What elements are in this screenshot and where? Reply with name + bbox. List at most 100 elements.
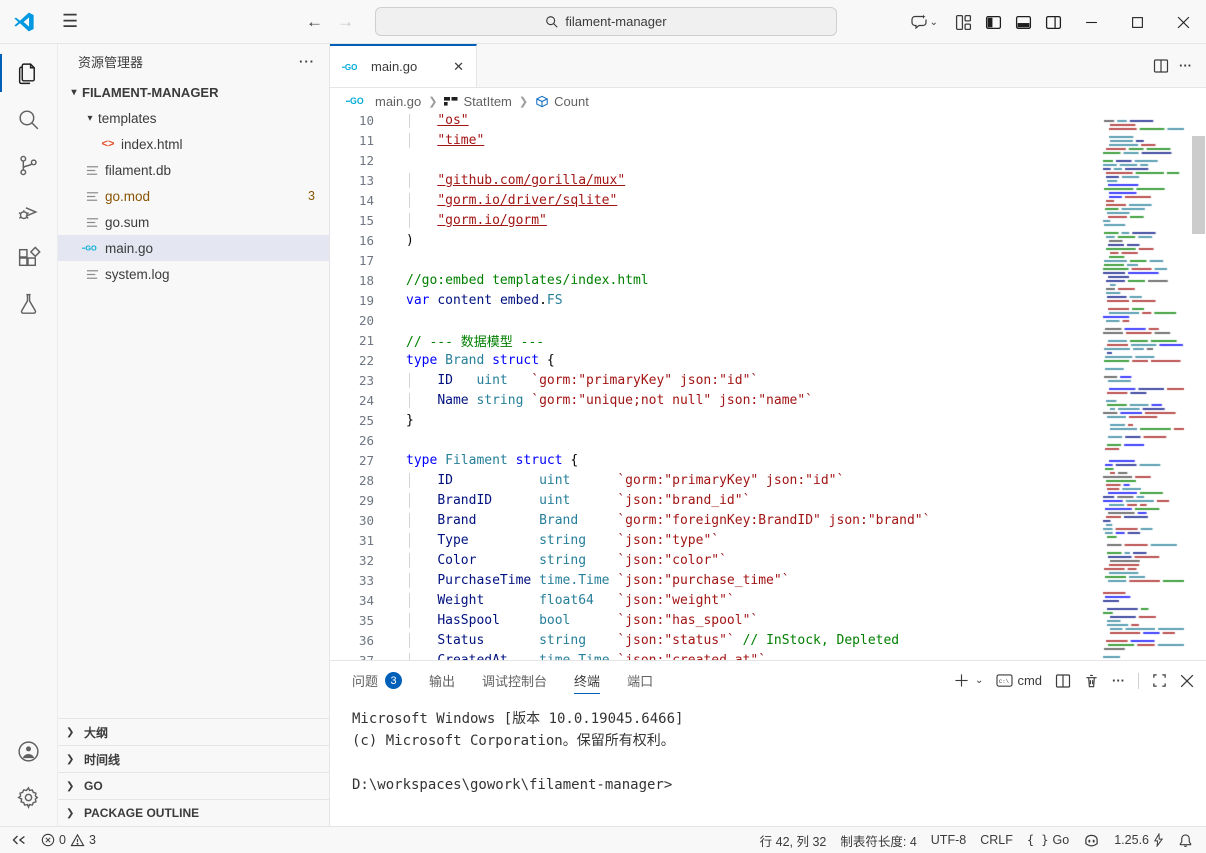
tree-item-system-log[interactable]: system.log	[58, 261, 329, 287]
code-line-17[interactable]: 17	[330, 250, 1100, 270]
notifications-bell-icon[interactable]	[1171, 833, 1200, 848]
minimize-button[interactable]	[1068, 0, 1114, 44]
sidebar-more-actions-icon[interactable]: ···	[299, 54, 315, 69]
code-line-33[interactable]: 33 PurchaseTime time.Time `json:"purchas…	[330, 570, 1100, 590]
tab-main-go[interactable]: GO main.go ✕	[330, 44, 477, 87]
code-line-24[interactable]: 24 Name string `gorm:"unique;not null" j…	[330, 390, 1100, 410]
code-line-31[interactable]: 31 Type string `json:"type"`	[330, 530, 1100, 550]
eol-setting[interactable]: CRLF	[973, 833, 1020, 847]
new-terminal-icon[interactable]	[954, 673, 969, 688]
explorer-icon[interactable]	[0, 50, 58, 96]
code-line-37[interactable]: 37 CreatedAt time.Time `json:"created_at…	[330, 650, 1100, 660]
code-line-18[interactable]: 18//go:embed templates/index.html	[330, 270, 1100, 290]
html-file-icon: <>	[102, 138, 115, 150]
back-arrow-icon[interactable]: ←	[306, 12, 323, 32]
code-line-21[interactable]: 21// --- 数据模型 ---	[330, 330, 1100, 350]
panel-tab-终端[interactable]: 终端	[574, 661, 600, 700]
extensions-icon[interactable]	[0, 234, 58, 280]
code-line-10[interactable]: 10 "os"	[330, 114, 1100, 130]
close-window-button[interactable]	[1160, 0, 1206, 44]
maximize-panel-icon[interactable]	[1152, 673, 1167, 688]
tree-item-templates[interactable]: ▾templates	[58, 105, 329, 131]
settings-gear-icon[interactable]	[0, 774, 58, 820]
code-line-36[interactable]: 36 Status string `json:"status"` // InSt…	[330, 630, 1100, 650]
menu-icon[interactable]: ☰	[62, 11, 78, 32]
customize-layout-icon[interactable]	[948, 7, 978, 37]
run-debug-icon[interactable]	[0, 188, 58, 234]
problems-status[interactable]: 0 3	[34, 833, 103, 847]
breadcrumb-item-statitem[interactable]: StatItem	[444, 94, 511, 109]
code-line-27[interactable]: 27type Filament struct {	[330, 450, 1100, 470]
code-line-29[interactable]: 29 BrandID uint `json:"brand_id"`	[330, 490, 1100, 510]
remote-indicator-icon[interactable]	[4, 833, 34, 847]
code-line-12[interactable]: 12	[330, 150, 1100, 170]
go-file-icon: GO	[346, 95, 370, 107]
terminal-output[interactable]: Microsoft Windows [版本 10.0.19045.6466] (…	[330, 700, 1206, 826]
close-panel-icon[interactable]	[1180, 674, 1194, 688]
tree-item-filament-db[interactable]: filament.db	[58, 157, 329, 183]
tree-item-go-mod[interactable]: go.mod3	[58, 183, 329, 209]
tree-item-filament-manager[interactable]: ▾FILAMENT-MANAGER	[58, 79, 329, 105]
panel-more-actions-icon[interactable]: ···	[1112, 673, 1125, 688]
breadcrumb-item-main-go[interactable]: GOmain.go	[346, 94, 421, 109]
maximize-button[interactable]	[1114, 0, 1160, 44]
panel-tab-问题[interactable]: 问题3	[352, 661, 402, 700]
shell-selector[interactable]: C:\ cmd	[996, 673, 1042, 688]
sidebar-section-go[interactable]: ❯GO	[58, 772, 329, 799]
code-line-11[interactable]: 11 "time"	[330, 130, 1100, 150]
code-line-32[interactable]: 32 Color string `json:"color"`	[330, 550, 1100, 570]
code-line-14[interactable]: 14 "gorm.io/driver/sqlite"	[330, 190, 1100, 210]
kill-terminal-trash-icon[interactable]	[1084, 673, 1099, 689]
terminal-dropdown-chevron-icon[interactable]: ⌄	[975, 675, 983, 686]
command-center-search[interactable]: filament-manager	[375, 7, 837, 36]
code-line-25[interactable]: 25}	[330, 410, 1100, 430]
tree-item-label: main.go	[105, 241, 153, 256]
sidebar-section-package-outline[interactable]: ❯PACKAGE OUTLINE	[58, 799, 329, 826]
code-line-20[interactable]: 20	[330, 310, 1100, 330]
indentation-setting[interactable]: 制表符长度: 4	[833, 831, 923, 850]
tree-item-go-sum[interactable]: go.sum	[58, 209, 329, 235]
code-line-19[interactable]: 19var content embed.FS	[330, 290, 1100, 310]
panel-tab-输出[interactable]: 输出	[429, 661, 455, 700]
search-view-icon[interactable]	[0, 96, 58, 142]
source-control-icon[interactable]	[0, 142, 58, 188]
encoding-setting[interactable]: UTF-8	[924, 833, 973, 847]
toggle-secondary-sidebar-icon[interactable]	[1038, 7, 1068, 37]
code-line-15[interactable]: 15 "gorm.io/gorm"	[330, 210, 1100, 230]
tree-item-index-html[interactable]: <>index.html	[58, 131, 329, 157]
go-version-status[interactable]: 1.25.6	[1107, 833, 1171, 847]
code-line-35[interactable]: 35 HasSpool bool `json:"has_spool"`	[330, 610, 1100, 630]
code-line-13[interactable]: 13 "github.com/gorilla/mux"	[330, 170, 1100, 190]
sidebar-section--[interactable]: ❯大纲	[58, 718, 329, 745]
code-line-22[interactable]: 22type Brand struct {	[330, 350, 1100, 370]
code-line-16[interactable]: 16)	[330, 230, 1100, 250]
bottom-panel: 问题3 输出调试控制台终端端口 ⌄ C:\ cmd	[330, 660, 1206, 826]
code-line-26[interactable]: 26	[330, 430, 1100, 450]
cursor-position[interactable]: 行 42, 列 32	[753, 831, 834, 850]
code-line-28[interactable]: 28 ID uint `gorm:"primaryKey" json:"id"`	[330, 470, 1100, 490]
copilot-status-icon[interactable]	[1076, 833, 1107, 848]
code-line-30[interactable]: 30 Brand Brand `gorm:"foreignKey:BrandID…	[330, 510, 1100, 530]
code-line-34[interactable]: 34 Weight float64 `json:"weight"`	[330, 590, 1100, 610]
code-line-23[interactable]: 23 ID uint `gorm:"primaryKey" json:"id"`	[330, 370, 1100, 390]
tree-item-label: system.log	[105, 267, 170, 282]
testing-icon[interactable]	[0, 280, 58, 326]
account-icon[interactable]	[0, 728, 58, 774]
forward-arrow-icon[interactable]: →	[337, 12, 354, 32]
panel-tab-端口[interactable]: 端口	[627, 661, 653, 700]
minimap[interactable]	[1100, 114, 1190, 660]
code-editor[interactable]: 10 "os"11 "time"1213 "github.com/gorilla…	[330, 114, 1206, 660]
panel-tab-调试控制台[interactable]: 调试控制台	[482, 661, 547, 700]
tab-close-icon[interactable]: ✕	[449, 57, 468, 77]
chevron-down-icon[interactable]: ⌄	[930, 17, 938, 28]
split-terminal-icon[interactable]	[1055, 673, 1071, 689]
toggle-panel-icon[interactable]	[1008, 7, 1038, 37]
breadcrumb-item-count[interactable]: Count	[535, 94, 589, 109]
language-mode[interactable]: { } Go	[1020, 833, 1076, 847]
editor-more-actions-icon[interactable]: ···	[1179, 58, 1192, 73]
tree-item-main-go[interactable]: GOmain.go	[58, 235, 329, 261]
toggle-primary-sidebar-icon[interactable]	[978, 7, 1008, 37]
sidebar-section--[interactable]: ❯时间线	[58, 745, 329, 772]
split-editor-icon[interactable]	[1153, 58, 1169, 74]
editor-scrollbar[interactable]	[1192, 136, 1205, 234]
